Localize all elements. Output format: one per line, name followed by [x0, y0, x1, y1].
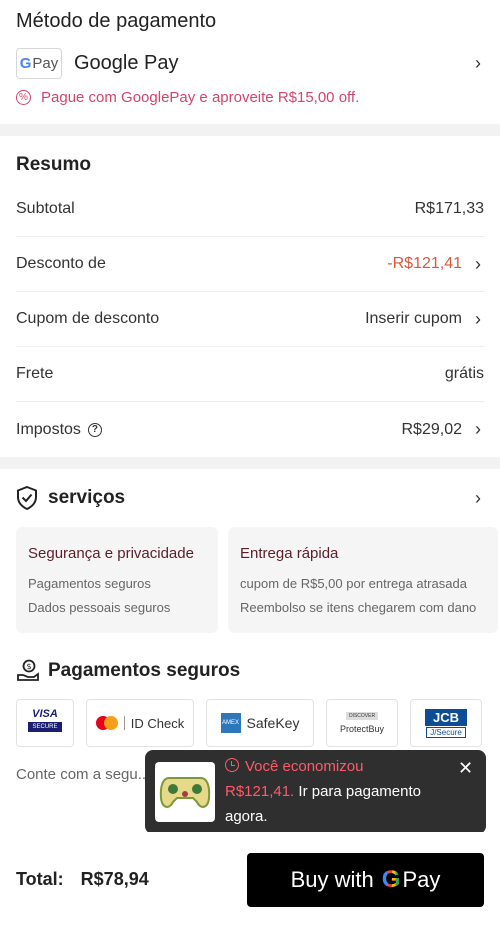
taxes-row[interactable]: Impostos ? R$29,02 › — [16, 402, 484, 457]
discount-row[interactable]: Desconto de -R$121,41 › — [16, 237, 484, 292]
google-pay-logo: G Pay — [16, 47, 62, 79]
buy-with-google-pay-button[interactable]: Buy with G Pay — [247, 853, 484, 907]
payment-logos: VISA SECURE ID Check AMEX SafeKey DISCOV… — [16, 699, 500, 747]
jcb-text: JCB — [424, 708, 467, 726]
secure-payments-header: $ Pagamentos seguros — [16, 659, 484, 683]
tooltip-amount: R$121,41. — [225, 783, 295, 800]
tooltip-message: Você economizou R$121,41. Ir para pagame… — [225, 754, 454, 825]
checkout-page: Método de pagamento G Pay Google Pay › % … — [0, 0, 500, 926]
services-section: serviços › Segurança e privacidade Pagam… — [0, 469, 500, 633]
tooltip-headline: Você economizou — [245, 758, 364, 775]
fast-delivery-card[interactable]: Entrega rápida cupom de R$5,00 por entre… — [228, 527, 498, 633]
card-line: Pagamentos seguros — [28, 576, 151, 591]
taxes-label: Impostos ? — [16, 421, 402, 439]
chevron-right-icon: › — [475, 253, 481, 274]
pay-word: Pay — [32, 54, 59, 72]
discover-protectbuy-logo: DISCOVER ProtectBuy — [326, 699, 398, 747]
services-cards: Segurança e privacidade Pagamentos segur… — [16, 527, 500, 633]
discount-icon: % — [16, 90, 31, 105]
checkout-bottom-bar: Total: R$78,94 Buy with G Pay — [0, 832, 500, 926]
discover-text: DISCOVER — [345, 712, 379, 720]
safekey-text: SafeKey — [246, 715, 300, 731]
google-pay-option[interactable]: G Pay Google Pay › — [16, 47, 484, 79]
coupon-value: Inserir cupom — [365, 310, 462, 327]
shield-check-icon — [17, 486, 37, 510]
payment-method-title: Método de pagamento — [16, 10, 217, 32]
jcb-jsecure-logo: JCB J/Secure — [410, 699, 482, 747]
google-g-letter: G — [19, 54, 32, 72]
shipping-label: Frete — [16, 365, 54, 382]
secure-payments-title: Pagamentos seguros — [48, 660, 241, 681]
gamepad-icon — [159, 777, 211, 808]
order-total: Total: R$78,94 — [16, 869, 247, 890]
hand-coin-icon: $ — [17, 659, 39, 681]
chevron-right-icon: › — [475, 308, 481, 329]
payment-method-name: Google Pay — [74, 51, 179, 74]
visa-secure-logo: VISA SECURE — [16, 699, 74, 747]
amex-safekey-logo: AMEX SafeKey — [206, 699, 314, 747]
total-label: Total: — [16, 868, 64, 889]
coupon-label: Cupom de desconto — [16, 310, 160, 327]
subtotal-label: Subtotal — [16, 200, 75, 217]
discount-value: -R$121,41 — [387, 255, 462, 272]
visa-text: VISA — [32, 708, 58, 720]
coupon-row[interactable]: Cupom de desconto Inserir cupom › — [16, 292, 484, 347]
subtotal-value: R$171,33 — [414, 200, 484, 217]
shipping-row: Frete grátis — [16, 347, 484, 402]
google-g-icon: G — [381, 866, 401, 893]
chevron-right-icon: › — [475, 52, 481, 73]
buy-pay: Pay — [402, 867, 441, 892]
summary-section: Resumo Subtotal R$171,33 Desconto de -R$… — [0, 136, 500, 457]
taxes-value: R$29,02 — [401, 420, 463, 438]
jsecure-text: J/Secure — [426, 726, 466, 738]
shipping-value: grátis — [444, 365, 484, 382]
mastercard-id-check-logo: ID Check — [86, 699, 194, 747]
help-icon[interactable]: ? — [87, 422, 102, 437]
discount-label: Desconto de — [16, 255, 106, 272]
services-header[interactable]: serviços › — [16, 483, 484, 513]
subtotal-row: Subtotal R$171,33 — [16, 182, 484, 237]
card-line: Dados pessoais seguros — [28, 600, 171, 615]
card-line: cupom de R$5,00 por entrega atrasada — [240, 576, 467, 591]
amex-box: AMEX — [220, 713, 241, 733]
chevron-right-icon: › — [475, 487, 481, 508]
protectbuy-text: ProtectBuy — [339, 724, 385, 734]
summary-title: Resumo — [16, 154, 91, 175]
card-title: Segurança e privacidade — [28, 545, 194, 562]
promo-text: Pague com GooglePay e aproveite R$15,00 … — [41, 89, 360, 106]
section-divider — [0, 457, 500, 469]
clock-icon — [225, 758, 239, 772]
taxes-label-text: Impostos — [16, 420, 81, 438]
visa-sub-text: SECURE — [28, 722, 62, 732]
card-title: Entrega rápida — [240, 545, 339, 562]
payment-method-section: Método de pagamento G Pay Google Pay › % … — [0, 0, 500, 124]
mastercard-circle-orange — [103, 716, 118, 730]
svg-text:$: $ — [26, 662, 31, 671]
promo-banner: % Pague com GooglePay e aproveite R$15,0… — [16, 89, 484, 106]
security-privacy-card[interactable]: Segurança e privacidade Pagamentos segur… — [16, 527, 218, 633]
section-divider — [0, 124, 500, 136]
product-thumbnail — [155, 762, 215, 822]
services-title: serviços — [48, 487, 126, 508]
card-line: Reembolso se itens chegarem com dano — [240, 600, 477, 615]
id-check-text: ID Check — [130, 715, 185, 731]
buy-prefix: Buy with — [290, 867, 374, 892]
chevron-right-icon: › — [475, 419, 481, 439]
total-value: R$78,94 — [80, 868, 149, 889]
close-icon[interactable]: ✕ — [458, 758, 476, 822]
savings-tooltip[interactable]: Você economizou R$121,41. Ir para pagame… — [145, 750, 486, 843]
